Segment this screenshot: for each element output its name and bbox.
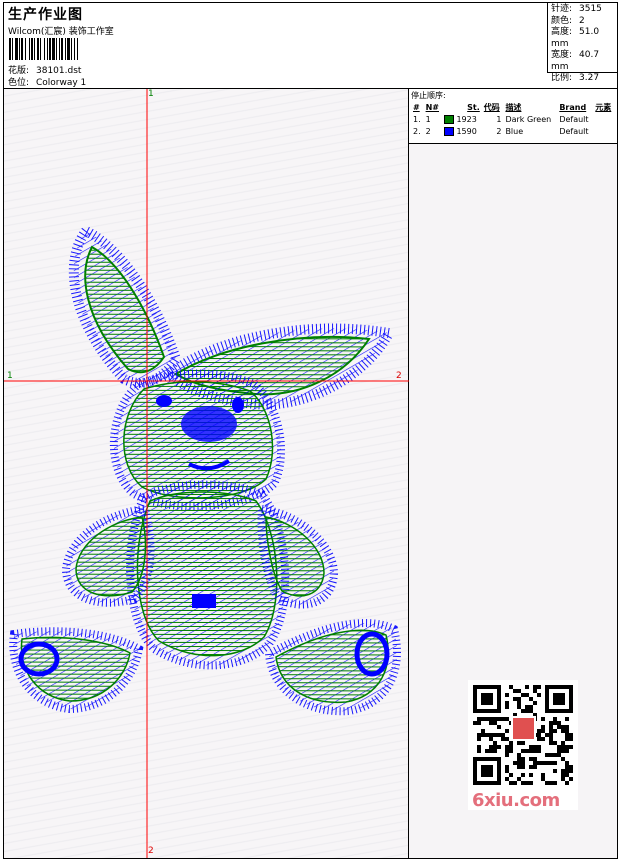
bunny-embroidery (9, 224, 401, 716)
axis-label-top: 1 (148, 89, 154, 99)
row-needle: 1 (425, 114, 431, 124)
row-index: 2. (413, 126, 421, 136)
watermark-logo: 6xiu.com (472, 790, 560, 811)
colorway-row: 色位: Colorway 1 (8, 75, 86, 88)
row-element (593, 113, 615, 125)
row-description: Dark Green (505, 114, 552, 124)
qr-stamp-logo (511, 716, 536, 741)
axis-label-left: 1 (7, 371, 13, 381)
table-row: 1. 1 1923 1 Dark Green Default (411, 113, 615, 125)
color-count-value: 2 (579, 15, 585, 26)
stitch-count-label: 针迹: (551, 4, 573, 14)
row-element (593, 125, 615, 137)
row-code: 2 (496, 126, 502, 136)
page-title: 生产作业图 (8, 7, 83, 23)
left-foot (9, 627, 144, 714)
row-stitches: 1590 (456, 126, 477, 136)
row-stitches-cell: 1590 (442, 125, 481, 137)
row-index: 1. (413, 114, 421, 124)
left-eye (156, 395, 172, 407)
colorway-label: 色位: (8, 78, 30, 88)
row-description: Blue (505, 126, 524, 136)
table-header-row: # N# St. 代码 描述 Brand 元素 (411, 101, 615, 113)
width-label: 宽度: (551, 50, 573, 60)
col-description: 描述 (505, 102, 522, 112)
width-row: 宽度: 40.7 mm (551, 50, 617, 73)
barcode-image (9, 38, 127, 60)
row-code: 1 (496, 114, 502, 124)
studio-name: Wilcom(汇宸) 装饰工作室 (8, 27, 114, 37)
table-row: 2. 2 1590 2 Blue Default (411, 125, 615, 137)
nose-patch (181, 406, 237, 442)
design-preview: 1 1 2 2 (4, 89, 409, 858)
scale-value: 3.27 (579, 73, 600, 83)
col-needle: N# (425, 102, 439, 112)
col-element: 元素 (595, 102, 612, 112)
belly-patch (192, 594, 216, 608)
row-needle: 2 (425, 126, 431, 136)
stop-sequence-table: # N# St. 代码 描述 Brand 元素 1. 1 1923 1 Dark… (411, 101, 615, 137)
stitch-count-value: 3515 (579, 4, 602, 14)
right-foot (264, 619, 401, 716)
header: 生产作业图 Wilcom(汇宸) 装饰工作室 花版: 38101.dst 色位: C… (4, 3, 617, 89)
height-label: 高度: (551, 27, 573, 37)
right-arm (257, 504, 339, 609)
left-ear (68, 224, 182, 388)
col-brand: Brand (559, 102, 587, 112)
embroidery-design-canvas (4, 89, 409, 858)
col-stitches: St. (467, 102, 480, 112)
col-index: # (413, 102, 420, 112)
design-stats: 针迹: 3515 颜色: 2 高度: 51.0 mm 宽度: 40.7 mm 比例: 3.… (547, 3, 617, 83)
row-stitches: 1923 (456, 114, 477, 124)
height-row: 高度: 51.0 mm (551, 27, 617, 50)
thread-swatch (444, 126, 455, 136)
thread-swatch (444, 114, 455, 124)
colorway-value: Colorway 1 (36, 78, 87, 88)
left-arm (61, 504, 155, 607)
color-count-row: 颜色: 2 (551, 16, 617, 28)
stop-sequence-panel: 停止顺序: # N# St. 代码 描述 Brand 元素 1. 1 1923 (409, 89, 617, 144)
right-eye (232, 397, 244, 413)
row-stitches-cell: 1923 (442, 113, 481, 125)
scale-row: 比例: 3.27 (551, 73, 617, 85)
row-brand: Default (559, 126, 589, 136)
color-count-label: 颜色: (551, 15, 573, 26)
col-code: 代码 (483, 102, 500, 112)
row-brand: Default (559, 114, 589, 124)
stitch-count-row: 针迹: 3515 (551, 4, 617, 16)
axis-label-bottom: 2 (148, 846, 154, 856)
stop-sequence-title: 停止顺序: (411, 91, 446, 100)
axis-label-right: 2 (396, 371, 402, 381)
scale-label: 比例: (551, 73, 573, 83)
